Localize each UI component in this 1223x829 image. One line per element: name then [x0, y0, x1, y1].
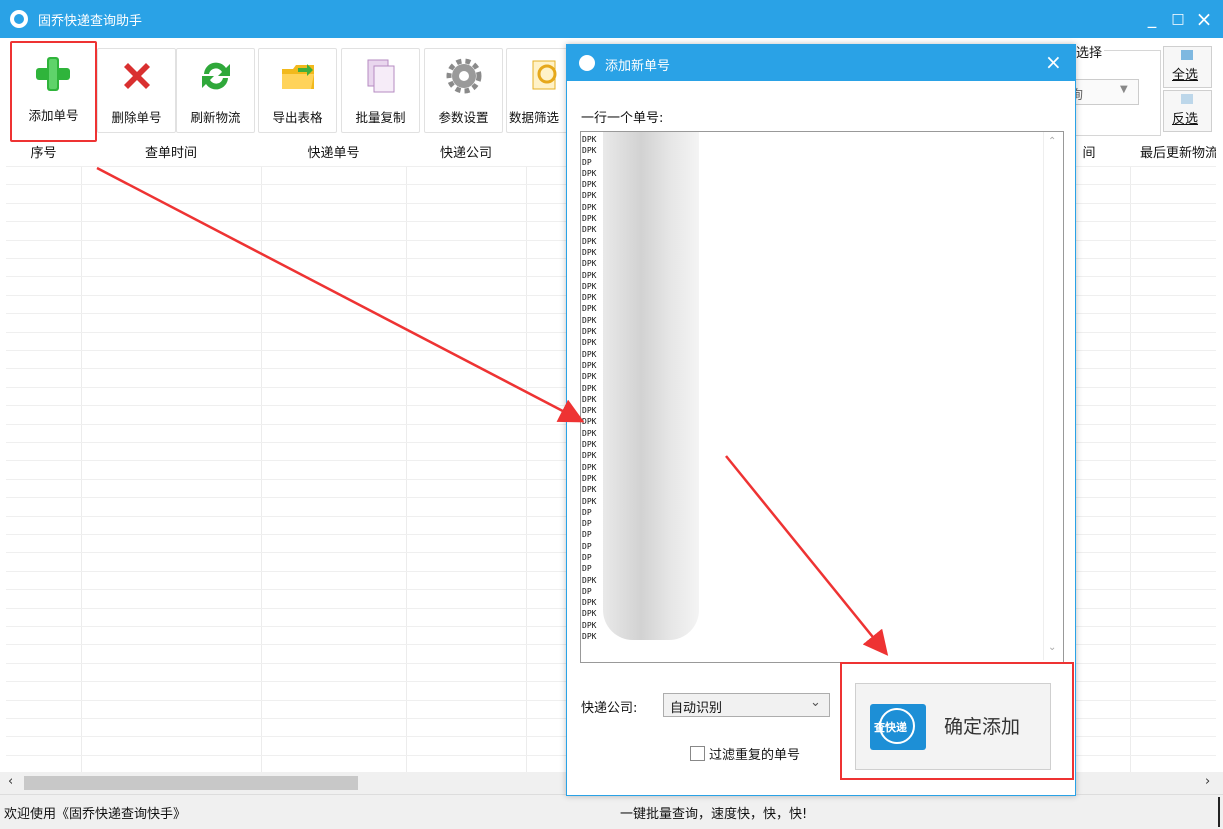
add-icon [36, 57, 70, 91]
minimize-button[interactable]: _ [1138, 6, 1166, 32]
filter-duplicates-label: 过滤重复的单号 [709, 748, 801, 763]
delete-icon [124, 63, 150, 89]
column-header-query-time[interactable]: 查单时间 [81, 142, 261, 166]
filter-icon [532, 60, 557, 90]
window-title: 固乔快递查询助手 [38, 14, 143, 29]
courier-select[interactable]: 自动识别 ⌄ [663, 693, 830, 717]
batch-copy-button[interactable]: 批量复制 [341, 48, 420, 133]
scroll-down-icon[interactable]: ⌄ [1048, 642, 1056, 653]
copy-icon [367, 59, 395, 93]
folder-icon [282, 64, 314, 89]
dialog-logo-icon [579, 55, 595, 71]
column-header-tracking-number[interactable]: 快递单号 [261, 142, 406, 166]
export-table-button[interactable]: 导出表格 [258, 48, 337, 133]
tracking-number-textarea[interactable]: DPK DPK DP DPK DPK DPK DPK DPK DPK DPK DPK DPK DPK DP… [580, 131, 1064, 663]
data-filter-button[interactable]: 数据筛选 [506, 48, 569, 133]
app-logo-icon [10, 10, 28, 28]
add-number-button[interactable]: 添加单号 [10, 41, 97, 142]
confirm-highlight-box [840, 662, 1074, 780]
add-number-label: 添加单号 [28, 108, 79, 123]
redacted-numbers [603, 132, 699, 640]
column-header-index[interactable]: 序号 [6, 142, 81, 166]
dialog-title-bar: 添加新单号 × [567, 45, 1075, 81]
refresh-logistics-label: 刷新物流 [190, 110, 241, 125]
close-button[interactable]: × [1190, 6, 1218, 32]
column-header-time[interactable]: 间 [1074, 142, 1104, 166]
dialog-close-button[interactable]: × [1045, 50, 1062, 74]
status-divider [1218, 797, 1220, 827]
maximize-button[interactable]: □ [1164, 6, 1192, 32]
selection-group-label: 选择 [1074, 42, 1105, 61]
column-header-last-update[interactable]: 最后更新物流 [1130, 142, 1216, 166]
filter-duplicates-checkbox[interactable] [690, 746, 705, 761]
scroll-left-icon[interactable]: ‹ [8, 774, 13, 789]
chevron-down-icon: ⌄ [810, 695, 821, 710]
scrollbar-thumb[interactable] [24, 776, 358, 790]
select-all-button[interactable]: 全选 [1163, 46, 1212, 88]
batch-copy-label: 批量复制 [355, 110, 406, 125]
refresh-logistics-button[interactable]: 刷新物流 [176, 48, 255, 133]
gear-icon [446, 58, 482, 94]
courier-label: 快递公司: [581, 701, 638, 716]
invert-select-icon [1181, 94, 1193, 104]
textarea-scrollbar[interactable]: ⌃ ⌄ [1043, 132, 1062, 660]
column-header-courier[interactable]: 快递公司 [406, 142, 526, 166]
invert-select-button[interactable]: 反选 [1163, 90, 1212, 132]
chevron-down-icon: ▼ [1120, 84, 1128, 95]
status-slogan-text: 一键批量查询，速度快，快，快! [620, 807, 808, 822]
scroll-right-icon[interactable]: › [1205, 774, 1210, 789]
refresh-icon [202, 62, 230, 90]
select-all-label: 全选 [1172, 68, 1199, 83]
status-welcome-text: 欢迎使用《固乔快递查询快手》 [4, 807, 187, 822]
select-all-icon [1181, 50, 1193, 60]
export-table-label: 导出表格 [272, 110, 323, 125]
instruction-label: 一行一个单号: [581, 111, 664, 126]
parameter-settings-label: 参数设置 [438, 110, 489, 125]
title-bar: 固乔快递查询助手 _ □ × [0, 0, 1223, 38]
data-filter-label: 数据筛选 [509, 110, 560, 125]
status-bar: 欢迎使用《固乔快递查询快手》 一键批量查询，速度快，快，快! [0, 794, 1223, 829]
parameter-settings-button[interactable]: 参数设置 [424, 48, 503, 133]
courier-select-value: 自动识别 [670, 701, 723, 716]
invert-select-label: 反选 [1172, 112, 1199, 127]
delete-number-button[interactable]: 删除单号 [97, 48, 176, 133]
dialog-title: 添加新单号 [605, 59, 671, 74]
scroll-up-icon[interactable]: ⌃ [1048, 136, 1056, 147]
delete-number-label: 删除单号 [111, 110, 162, 125]
